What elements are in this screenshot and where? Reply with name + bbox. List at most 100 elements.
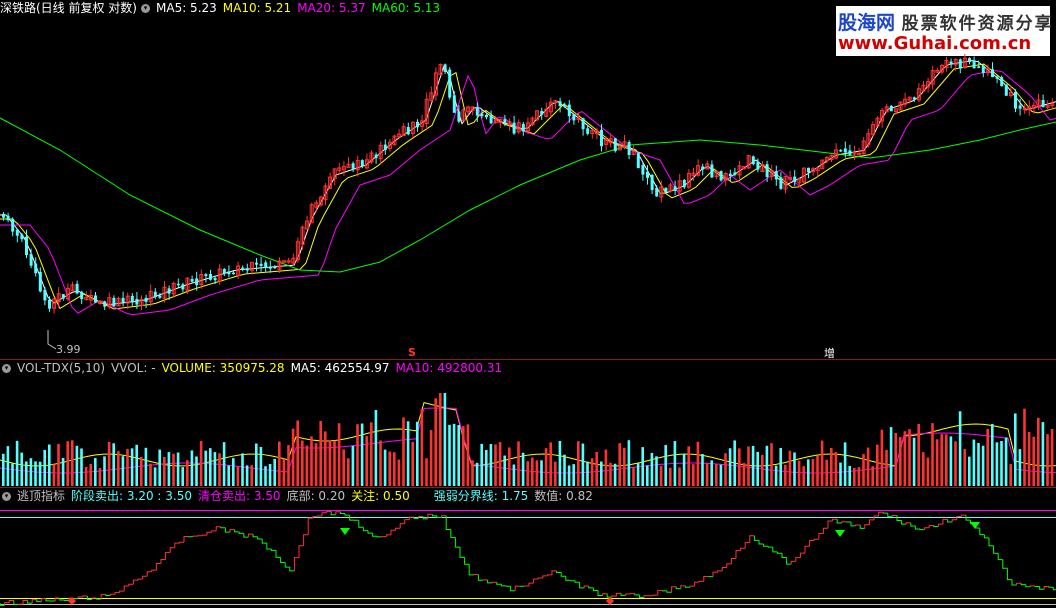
volume-bar [968,456,971,486]
candle-body [259,263,263,266]
volume-bar [103,456,106,486]
indicator-step [666,590,672,593]
volume-bar [1046,434,1049,486]
volume-bar [462,426,465,486]
volume-bar [241,453,244,486]
indicator-step [137,578,143,581]
indicator-step [671,586,677,593]
indicator-step [335,511,341,515]
volume-bar [843,442,847,486]
indicator-step [491,581,497,583]
volume-bar [176,452,180,486]
candle-body [255,262,258,265]
candle-body [167,288,171,294]
indicator-step [459,547,465,558]
volume-bar [379,440,382,486]
volume-bar [618,443,621,486]
volume-bar [140,457,143,486]
indicator-step [316,515,322,517]
volume-bar [360,423,364,486]
candle-body [728,173,732,177]
stock-chart-canvas[interactable] [0,0,1056,608]
indicator-step [27,600,33,604]
indicator-step [372,533,378,537]
candle-body [48,299,51,309]
indicator-step [891,514,897,517]
indicator-step [661,590,667,592]
volume-bar [250,465,253,486]
indicator-step [160,558,166,564]
indicator-step [850,522,856,527]
indicator-step [942,518,948,525]
volume-bar [416,421,419,486]
volume-bar [784,464,787,486]
volume-bar [807,459,810,486]
candle-body [779,177,783,189]
candle-body [995,76,999,79]
candle-body [1014,91,1017,109]
indicator-step [882,512,888,514]
volume-bar [1023,408,1026,486]
candle-body [489,115,493,124]
indicator-step [611,595,617,598]
indicator-step [827,520,833,529]
volume-bar [439,393,442,486]
candle-body [121,297,125,303]
indicator-step [344,513,350,516]
indicator-step [146,571,152,577]
candle-body [213,277,217,281]
candle-body [227,271,231,275]
volume-bar [213,452,217,486]
volume-bar [29,458,33,486]
volume-bar [871,466,874,486]
candle-body [581,118,585,130]
volume-bar [600,461,603,486]
indicator-step [367,530,373,534]
candle-body [949,61,953,65]
volume-bar [715,463,718,486]
indicator-step [376,536,382,538]
candle-body [646,171,649,178]
volume-bar [475,462,479,486]
volume-bar [342,449,345,486]
indicator-step [128,583,134,586]
indicator-step [597,590,603,596]
volume-bar [756,451,759,486]
indicator-step [855,524,861,526]
volume-bar [204,450,207,486]
candle-body [839,149,843,152]
volume-bar [540,460,543,486]
volume-bar [383,449,387,486]
indicator-step [183,535,189,543]
volume-bar [1027,431,1031,486]
candle-body [848,150,852,155]
volume-bar [949,436,953,486]
indicator-step [119,590,125,593]
low-price-pointer [47,330,57,350]
volume-bar [945,434,948,486]
indicator-step [362,527,368,532]
volume-bar [84,466,88,486]
candle-body [751,156,755,165]
indicator-step [887,513,893,517]
volume-bar [218,453,221,486]
volume-bar [61,457,65,486]
volume-bar [889,427,893,486]
candle-body [222,269,226,274]
indicator-step [1039,586,1045,590]
candle-body [153,291,157,297]
volume-bar [963,449,966,486]
candle-body [540,111,544,115]
indicator-step [82,595,88,598]
volume-bar [696,441,700,486]
volume-bar [153,467,157,486]
volume-bar [158,449,161,486]
volume-bar [89,463,92,486]
candle-body [190,279,194,282]
indicator-step [556,570,562,574]
volume-bar [935,439,939,486]
volume-bar [917,423,920,486]
volume-bar [328,440,332,486]
indicator-step [799,552,805,558]
volume-bar [163,456,166,486]
